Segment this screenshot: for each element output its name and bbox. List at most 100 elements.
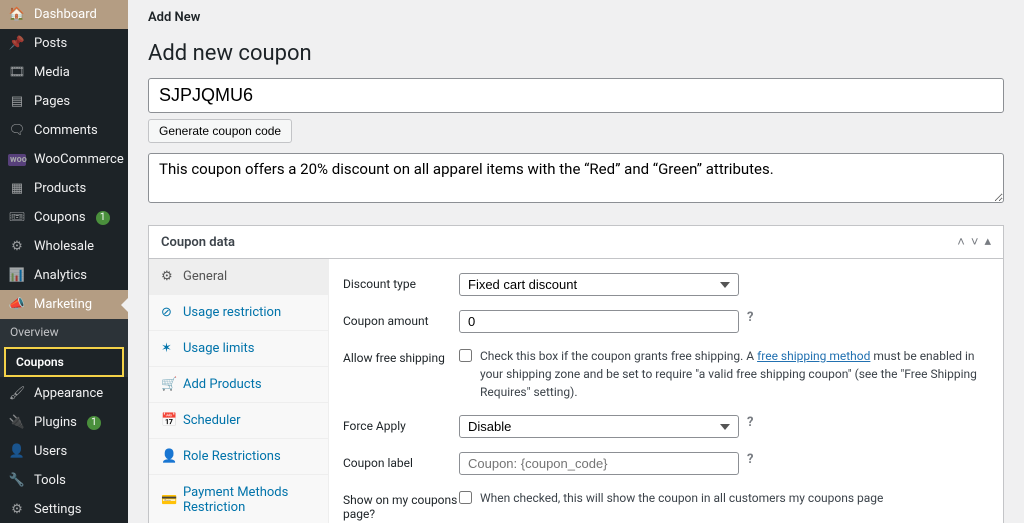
free-shipping-checkbox[interactable] [459,349,472,362]
discount-type-select[interactable]: Fixed cart discount [459,273,739,296]
free-shipping-description: Check this box if the coupon grants free… [480,347,989,401]
woo-icon: woo [8,154,26,166]
sidebar-item-marketing[interactable]: 📣 Marketing [0,290,128,319]
panel-down-icon[interactable]: ˅ [971,234,979,250]
sidebar-label: Media [34,65,70,80]
sidebar-item-media[interactable]: 🎞 Media [0,58,128,87]
page-title: Add new coupon [148,33,1004,78]
screen-tab-add-new: Add New [128,0,1024,33]
discount-type-label: Discount type [343,273,459,291]
sidebar-label: WooCommerce [34,152,124,167]
gear-icon: ⚙ [161,269,175,284]
tab-general[interactable]: ⚙ General [149,259,328,295]
sidebar-item-dashboard[interactable]: 🏠 Dashboard [0,0,128,29]
plugin-icon: 🔌 [8,415,26,430]
force-apply-label: Force Apply [343,415,459,433]
sidebar-label: Analytics [34,268,87,283]
tab-usage-limits[interactable]: ✶ Usage limits [149,331,328,367]
tab-label: Scheduler [183,413,241,428]
coupon-label-input[interactable] [459,452,739,475]
show-coupons-page-label: Show on my coupons page? [343,489,459,521]
tab-label: General [183,269,227,284]
coupon-amount-label: Coupon amount [343,310,459,328]
free-shipping-method-link[interactable]: free shipping method [757,349,870,363]
settings-icon: ⚙ [8,502,26,517]
force-apply-select[interactable]: Disable [459,415,739,438]
restriction-icon: ⊘ [161,305,175,320]
coupon-amount-input[interactable] [459,310,739,333]
help-icon[interactable]: ? [747,415,753,430]
sidebar-item-woocommerce[interactable]: woo WooCommerce [0,145,128,174]
sidebar-sub-coupons[interactable]: Coupons [4,347,124,377]
tab-label: Role Restrictions [183,449,281,464]
comment-icon: 🗨 [8,123,26,138]
sidebar-label: Appearance [34,386,103,401]
sidebar-label: Posts [34,36,67,51]
tab-label: Payment Methods Restriction [183,485,316,515]
sidebar-item-wholesale[interactable]: ⚙Wholesale [0,232,128,261]
tab-label: Usage limits [183,341,254,356]
tab-usage-restriction[interactable]: ⊘ Usage restriction [149,295,328,331]
sidebar-label: Plugins [34,415,77,430]
panel-header: Coupon data ˄ ˅ ▴ [149,226,1003,259]
sidebar-item-posts[interactable]: 📌 Posts [0,29,128,58]
calendar-icon: 📅 [161,413,175,428]
page-icon: ▤ [8,94,26,109]
appearance-icon: 🖌 [8,386,26,401]
sidebar-label: Tools [34,473,66,488]
media-icon: 🎞 [8,65,26,80]
help-icon[interactable]: ? [747,310,753,325]
coupon-label-label: Coupon label [343,452,459,470]
tools-icon: 🔧 [8,473,26,488]
panel-toggle-icon[interactable]: ▴ [984,234,991,250]
panel-up-icon[interactable]: ˄ [957,234,965,250]
analytics-icon: 📊 [8,268,26,283]
sidebar-label: Coupons [34,210,86,225]
sidebar-label: Wholesale [34,239,94,254]
sidebar-item-coupons[interactable]: 🎟 Coupons 1 [0,203,128,232]
tab-add-products[interactable]: 🛒 Add Products [149,367,328,403]
tab-label: Usage restriction [183,305,281,320]
coupon-icon: 🎟 [8,210,26,225]
show-coupons-page-description: When checked, this will show the coupon … [480,489,883,507]
sidebar-item-analytics[interactable]: 📊 Analytics [0,261,128,290]
tab-payment-methods[interactable]: 💳 Payment Methods Restriction [149,475,328,523]
products-icon: ▦ [8,181,26,196]
sidebar-item-appearance[interactable]: 🖌 Appearance [0,379,128,408]
badge: 1 [96,211,110,225]
sidebar-item-users[interactable]: 👤Users [0,437,128,466]
panel-fields: Discount type Fixed cart discount Coupon… [329,259,1003,523]
tab-role-restrictions[interactable]: 👤Role Restrictions [149,439,328,475]
card-icon: 💳 [161,493,175,508]
coupon-code-input[interactable] [148,78,1004,113]
pin-icon: 📌 [8,36,26,51]
home-icon: 🏠 [8,7,26,22]
sidebar-item-products[interactable]: ▦ Products [0,174,128,203]
generate-code-button[interactable]: Generate coupon code [148,119,292,143]
sidebar-item-tools[interactable]: 🔧 Tools [0,466,128,495]
sidebar-sub-overview[interactable]: Overview [0,319,128,345]
sidebar-label: Users [34,444,67,459]
sidebar-label: Marketing [34,297,92,312]
sidebar-label: Settings [34,502,81,517]
badge: 1 [87,416,101,430]
sidebar-item-pages[interactable]: ▤Pages [0,87,128,116]
help-icon[interactable]: ? [747,452,753,467]
tab-scheduler[interactable]: 📅 Scheduler [149,403,328,439]
tab-label: Add Products [183,377,262,392]
show-coupons-page-checkbox[interactable] [459,491,472,504]
sidebar-label: Comments [34,123,98,138]
sidebar-item-plugins[interactable]: 🔌 Plugins 1 [0,408,128,437]
main-content: Add New Add new coupon Generate coupon c… [128,0,1024,523]
cart-icon: 🛒 [161,377,175,392]
sidebar-label: Dashboard [34,7,97,22]
sidebar-item-comments[interactable]: 🗨 Comments [0,116,128,145]
limits-icon: ✶ [161,341,175,356]
marketing-icon: 📣 [8,297,26,312]
coupon-data-panel: Coupon data ˄ ˅ ▴ ⚙ General ⊘ Usage restri… [148,225,1004,523]
free-shipping-label: Allow free shipping [343,347,459,365]
sidebar-item-settings[interactable]: ⚙ Settings [0,495,128,523]
panel-tabs: ⚙ General ⊘ Usage restriction ✶ Usage limit… [149,259,329,523]
coupon-description-input[interactable]: This coupon offers a 20% discount on all… [148,153,1004,203]
sidebar-label: Products [34,181,86,196]
